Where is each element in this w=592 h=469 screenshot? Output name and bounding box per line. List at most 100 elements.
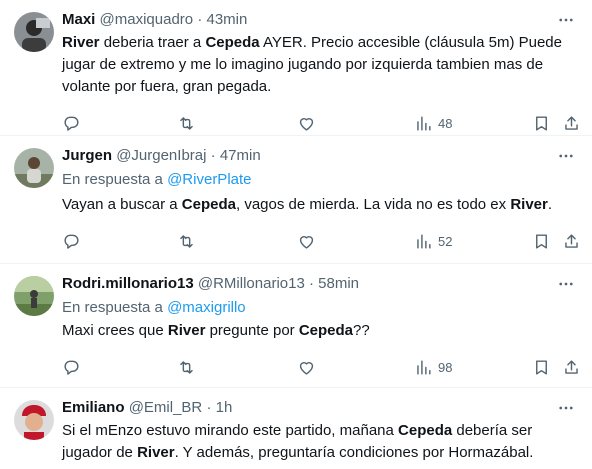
share-icon [565, 233, 578, 248]
tweet-text-bold: River [510, 196, 548, 213]
reply-button[interactable] [62, 112, 81, 134]
bookmark-icon [536, 233, 547, 249]
like-button[interactable] [297, 112, 316, 134]
tweet-text-bold: River [137, 444, 175, 461]
views-bar-icon [417, 359, 431, 375]
display-name[interactable]: Maxi [62, 11, 95, 28]
share-icon [565, 115, 578, 130]
views-button[interactable]: 98 [414, 356, 452, 378]
separator: · [206, 399, 212, 416]
tweet-text-bold: Cepeda [181, 196, 236, 213]
reply-context: En respuesta a @RiverPlate [62, 170, 576, 190]
handle[interactable]: @maxiquadro [100, 11, 194, 28]
more-dots-icon[interactable] [554, 144, 578, 168]
reply-to-link[interactable]: @maxigrillo [167, 299, 246, 316]
timestamp[interactable]: 43min [206, 11, 247, 28]
avatar[interactable] [14, 276, 54, 316]
tweet-text-bold: Cepeda [298, 322, 354, 339]
retweet-button[interactable] [177, 230, 196, 252]
tweet-text-part: . Y además, preguntaría condiciones por … [174, 444, 534, 461]
tweet-text-bold: River [62, 34, 100, 51]
tweet-text: Vayan a buscar a Cepeda, vagos de mierda… [62, 194, 576, 216]
heart-icon [299, 117, 314, 131]
share-button[interactable] [562, 112, 581, 134]
reply-bubble-icon [64, 116, 79, 131]
bookmark-button[interactable] [532, 230, 551, 252]
tweet-text-part: ?? [353, 322, 370, 339]
tweet-header: Rodri.millonario13 @RMillonario13 · 58mi… [62, 274, 576, 294]
tweet-text-part: . [547, 196, 553, 213]
tweet-text-part: Si el mEnzo estuvo mirando este partido,… [62, 422, 399, 439]
like-button[interactable] [297, 230, 316, 252]
bookmark-icon [536, 115, 547, 131]
tweet[interactable]: Jurgen @JurgenIbraj · 47min En respuesta… [0, 136, 592, 264]
tweet-header: Emiliano @Emil_BR · 1h [62, 398, 576, 418]
reply-bubble-icon [64, 360, 79, 375]
action-bar: 98 [62, 350, 578, 386]
tweet-text-part: pregunte por [205, 322, 299, 339]
tweet-header: Jurgen @JurgenIbraj · 47min [62, 146, 576, 166]
handle[interactable]: @JurgenIbraj [116, 147, 206, 164]
separator: · [210, 147, 216, 164]
views-count: 48 [438, 115, 453, 131]
tweet[interactable]: Emiliano @Emil_BR · 1h Si el mEnzo estuv… [0, 388, 592, 469]
tweet-header: Maxi @maxiquadro · 43min [62, 10, 576, 30]
avatar[interactable] [14, 400, 54, 440]
more-dots-icon[interactable] [554, 396, 578, 420]
separator: · [197, 11, 203, 28]
like-button[interactable] [297, 356, 316, 378]
share-button[interactable] [562, 356, 581, 378]
views-count: 52 [438, 233, 453, 249]
reply-bubble-icon [64, 234, 79, 249]
tweet-text: Maxi crees que River pregunte por Cepeda… [62, 320, 576, 342]
more-dots-icon[interactable] [554, 8, 578, 32]
tweet-text-bold: River [167, 322, 206, 339]
avatar[interactable] [14, 148, 54, 188]
retweet-icon [180, 234, 193, 248]
views-button[interactable]: 48 [414, 112, 452, 134]
views-bar-icon [417, 115, 431, 131]
tweet-text: River deberia traer a Cepeda AYER. Preci… [62, 32, 576, 98]
reply-prefix: En respuesta a [62, 299, 168, 316]
more-dots-icon[interactable] [554, 272, 578, 296]
views-bar-icon [417, 233, 431, 249]
bookmark-icon [536, 359, 547, 375]
views-button[interactable]: 52 [414, 230, 452, 252]
timestamp[interactable]: 58min [318, 275, 359, 292]
retweet-icon [180, 116, 193, 130]
tweet-text-part: deberia traer a [99, 34, 206, 51]
reply-prefix: En respuesta a [62, 171, 168, 188]
views-count: 98 [438, 359, 453, 375]
share-button[interactable] [562, 230, 581, 252]
bookmark-button[interactable] [532, 356, 551, 378]
reply-button[interactable] [62, 356, 81, 378]
retweet-button[interactable] [177, 112, 196, 134]
heart-icon [299, 361, 314, 375]
reply-button[interactable] [62, 230, 81, 252]
tweet-text-bold: Cepeda [205, 34, 260, 51]
reply-to-link[interactable]: @RiverPlate [167, 171, 251, 188]
timestamp[interactable]: 1h [216, 399, 233, 416]
action-bar: 52 [62, 224, 578, 260]
tweet[interactable]: Rodri.millonario13 @RMillonario13 · 58mi… [0, 264, 592, 388]
handle[interactable]: @Emil_BR [129, 399, 203, 416]
timestamp[interactable]: 47min [220, 147, 261, 164]
separator: · [308, 275, 314, 292]
display-name[interactable]: Emiliano [62, 399, 125, 416]
avatar[interactable] [14, 12, 54, 52]
handle[interactable]: @RMillonario13 [198, 275, 305, 292]
tweet-text-part: , vagos de mierda. La vida no es todo ex [235, 196, 511, 213]
tweet-text-part: Vayan a buscar a [62, 196, 182, 213]
tweet[interactable]: Maxi @maxiquadro · 43min River deberia t… [0, 0, 592, 136]
retweet-button[interactable] [177, 356, 196, 378]
tweet-text: Si el mEnzo estuvo mirando este partido,… [62, 420, 576, 464]
reply-context: En respuesta a @maxigrillo [62, 298, 576, 318]
tweet-text-bold: Cepeda [398, 422, 453, 439]
bookmark-button[interactable] [532, 112, 551, 134]
display-name[interactable]: Rodri.millonario13 [62, 275, 194, 292]
tweet-text-part: Maxi crees que [62, 322, 168, 339]
retweet-icon [180, 360, 193, 374]
share-icon [565, 359, 578, 374]
heart-icon [299, 235, 314, 249]
display-name[interactable]: Jurgen [62, 147, 112, 164]
